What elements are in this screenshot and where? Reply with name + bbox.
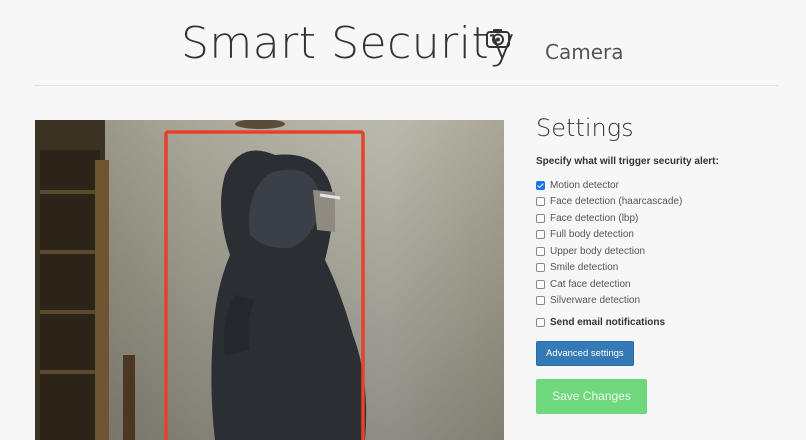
detector-upper-body[interactable]: Upper body detection (536, 243, 796, 260)
motion-detector-checkbox[interactable] (536, 180, 545, 190)
email-notifications-label: Send email notifications (550, 317, 666, 328)
detector-face-haarcascade[interactable]: Face detection (haarcascade) (536, 194, 796, 211)
save-changes-button[interactable]: Save Changes (536, 379, 647, 414)
settings-title: Settings (536, 114, 634, 142)
camera-feed (35, 120, 504, 440)
detector-label: Face detection (haarcascade) (550, 196, 683, 208)
smile-checkbox[interactable] (536, 263, 545, 273)
detector-cat-face[interactable]: Cat face detection (536, 276, 796, 293)
detector-label: Smile detection (550, 262, 619, 274)
face-haarcascade-checkbox[interactable] (536, 197, 545, 207)
cat-face-checkbox[interactable] (536, 279, 545, 289)
email-notifications-checkbox[interactable] (536, 318, 545, 327)
detector-label: Cat face detection (550, 278, 631, 290)
upper-body-checkbox[interactable] (536, 246, 545, 256)
page-subtitle: Camera (545, 40, 624, 64)
silverware-checkbox[interactable] (536, 296, 545, 306)
detector-full-body[interactable]: Full body detection (536, 227, 796, 244)
detector-label: Silverware detection (550, 295, 641, 307)
detector-smile[interactable]: Smile detection (536, 260, 796, 277)
page-title: Smart Security (181, 18, 516, 69)
page-header: Smart Security Camera (0, 0, 806, 86)
camera-icon (485, 27, 513, 49)
detector-face-lbp[interactable]: Face detection (lbp) (536, 210, 796, 227)
email-notifications-row[interactable]: Send email notifications (536, 317, 796, 328)
trigger-label: Specify what will trigger security alert… (536, 156, 719, 167)
detector-label: Full body detection (550, 229, 634, 241)
header-divider (34, 85, 778, 86)
full-body-checkbox[interactable] (536, 230, 545, 240)
settings-panel: Settings Specify what will trigger secur… (536, 114, 796, 414)
detector-motion[interactable]: Motion detector (536, 177, 796, 194)
advanced-settings-button[interactable]: Advanced settings (536, 341, 634, 366)
detector-list: Motion detector Face detection (haarcasc… (536, 177, 796, 309)
detector-label: Upper body detection (550, 245, 646, 257)
detector-silverware[interactable]: Silverware detection (536, 293, 796, 310)
face-lbp-checkbox[interactable] (536, 213, 545, 223)
detector-label: Face detection (lbp) (550, 212, 639, 224)
detector-label: Motion detector (550, 179, 619, 191)
